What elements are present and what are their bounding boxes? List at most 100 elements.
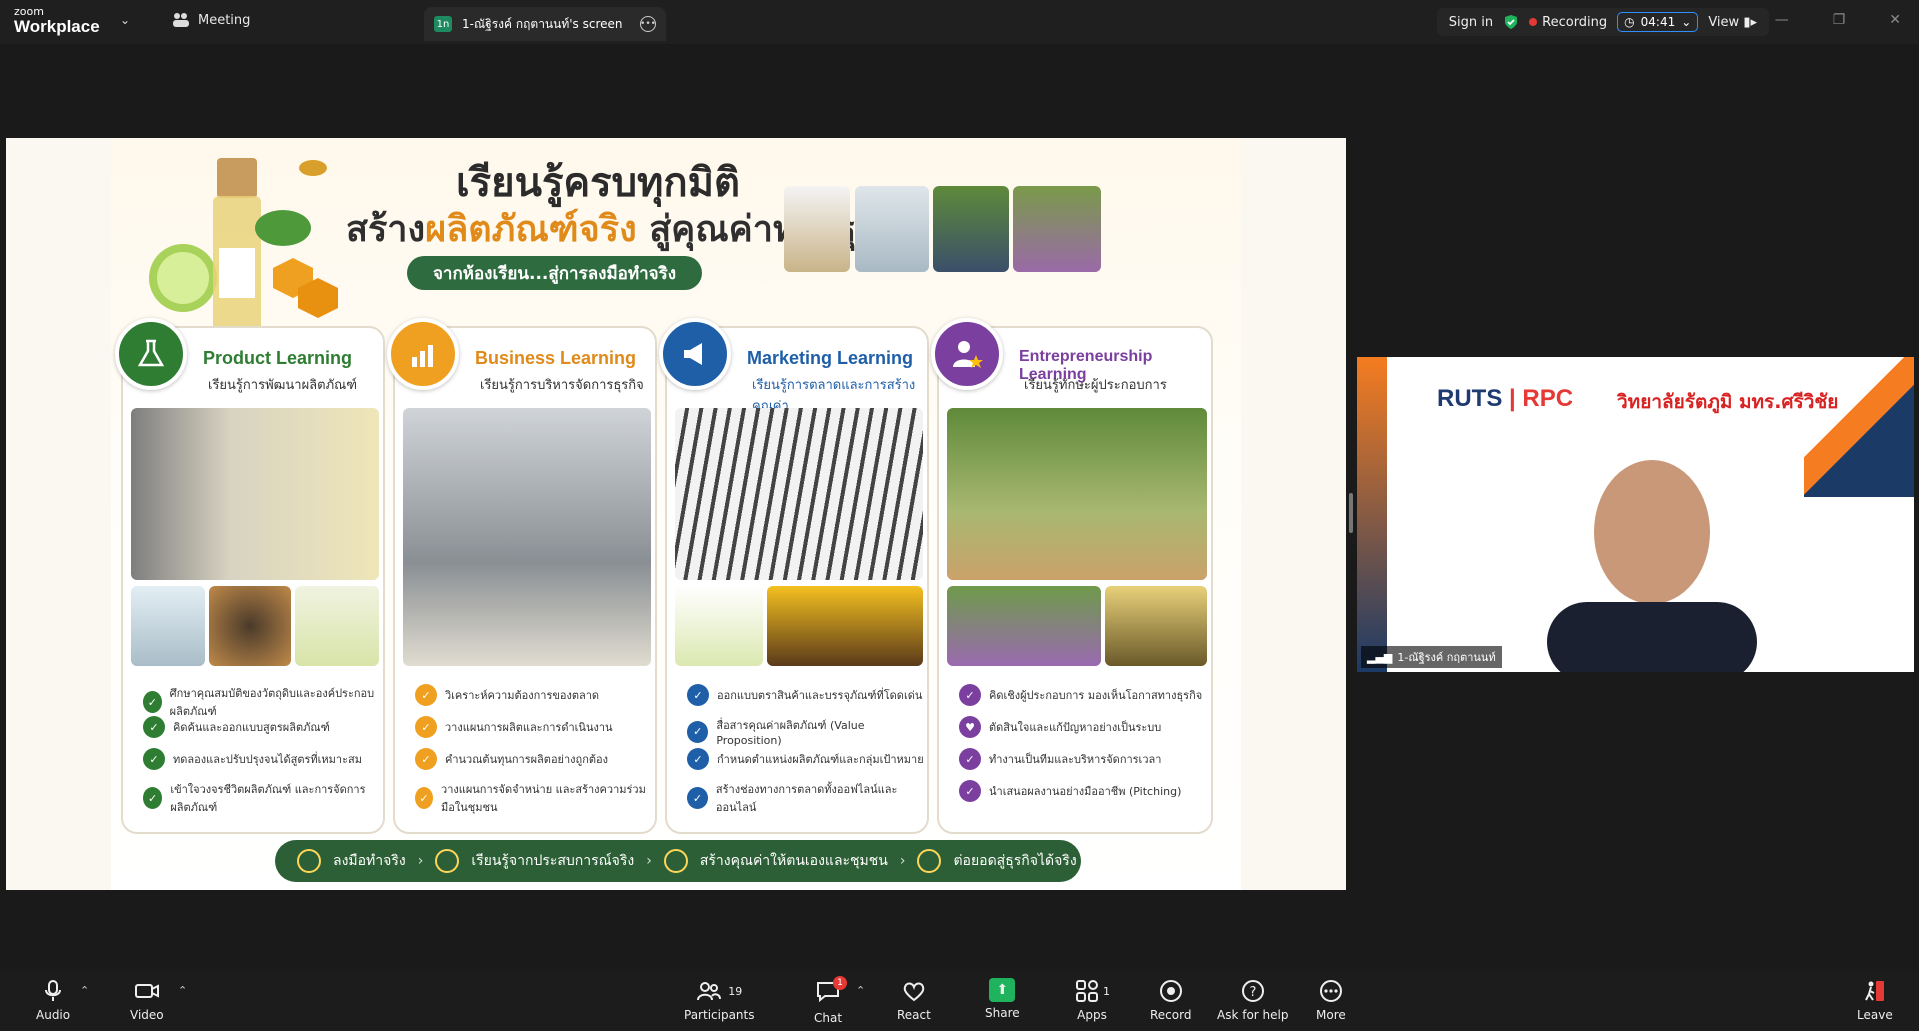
help-icon: ? (1241, 980, 1264, 1002)
minimize-icon[interactable]: — (1775, 12, 1789, 28)
more-icon[interactable]: ••• (640, 16, 656, 32)
bullet-text: ออกแบบตราสินค้าและบรรจุภัณฑ์ที่โดดเด่น (717, 689, 923, 702)
react-label: React (897, 1008, 931, 1022)
bullet-icon: ✓ (687, 748, 709, 770)
list-item: ✓ สื่อสารคุณค่าผลิตภัณฑ์ (Value Propositi… (687, 716, 927, 747)
chevron-up-icon[interactable]: ⌃ (178, 984, 187, 997)
card-photo-small (209, 586, 291, 666)
chevron-down-icon[interactable]: ⌄ (120, 13, 130, 27)
list-item: ✓ ออกแบบตราสินค้าและบรรจุภัณฑ์ที่โดดเด่น (687, 684, 922, 706)
chat-button[interactable]: 1 Chat (814, 976, 848, 1025)
card-business-learning: Business Learning เรียนรู้การบริหารจัดกา… (387, 318, 657, 834)
resize-handle[interactable] (1349, 493, 1353, 533)
list-item: ✓ คำนวณต้นทุนการผลิตอย่างถูกต้อง (415, 748, 608, 770)
bullet-icon: ✓ (415, 748, 437, 770)
footer-step: ต่อยอดสู่ธุรกิจได้จริง (953, 853, 1077, 869)
heart-icon (903, 982, 925, 1002)
zoom-workplace-logo[interactable]: zoom Workplace (14, 6, 124, 38)
bullet-text: คำนวณต้นทุนการผลิตอย่างถูกต้อง (445, 753, 608, 766)
audio-label: Audio (36, 1008, 71, 1022)
meeting-timer[interactable]: ◷ 04:41 ⌄ (1617, 12, 1699, 32)
trophy-icon (917, 849, 942, 873)
shield-check-icon[interactable] (1503, 14, 1519, 30)
video-camera-icon (134, 984, 159, 998)
react-button[interactable]: React (897, 978, 931, 1022)
card-entrepreneurship-learning: Entrepreneurship Learning เรียนรู้ทักษะผ… (931, 318, 1213, 834)
participants-button[interactable]: 19 Participants (684, 978, 755, 1022)
sign-in-link[interactable]: Sign in (1449, 15, 1493, 30)
participants-count: 19 (728, 984, 743, 998)
chevron-right-icon: › (646, 853, 652, 869)
participant-avatar (1547, 460, 1757, 672)
shared-screen-area: เรียนรู้ครบทุกมิติ สร้างผลิตภัณฑ์จริง สู… (6, 138, 1346, 890)
heart-hands-icon (663, 849, 688, 873)
help-label: Ask for help (1217, 1008, 1289, 1022)
people-icon (173, 13, 189, 27)
bullet-icon: ✓ (415, 787, 434, 809)
svg-text:?: ? (1249, 985, 1256, 1000)
card-photo-small (675, 586, 763, 666)
card-title: Product Learning (203, 348, 353, 368)
audio-button[interactable]: Audio (36, 978, 70, 1022)
list-item: ✓ คิดค้นและออกแบบสูตรผลิตภัณฑ์ (143, 716, 330, 738)
meeting-menu[interactable]: Meeting (172, 12, 250, 28)
list-item: ✓ ศึกษาคุณสมบัติของวัตถุดิบและองค์ประกอบผ… (143, 684, 383, 720)
more-button[interactable]: More (1316, 978, 1346, 1022)
title-part-b: ผลิตภัณฑ์จริง (425, 209, 637, 250)
title-part-a: สร้าง (346, 209, 426, 250)
bullet-text: กำหนดตำแหน่งผลิตภัณฑ์และกลุ่มเป้าหมาย (717, 753, 924, 766)
record-dot-icon (1529, 17, 1538, 26)
slide-footer-pill: ลงมือทำจริง › เรียนรู้จากประสบการณ์จริง › … (275, 840, 1081, 882)
list-item: ♥ ตัดสินใจและแก้ปัญหาอย่างเป็นระบบ (959, 716, 1161, 738)
card-subtitle: เรียนรู้ทักษะผู้ประกอบการ (1024, 378, 1167, 393)
signal-icon: ▂▄▆ (1367, 650, 1393, 664)
card-subtitle: เรียนรู้การพัฒนาผลิตภัณฑ์ (208, 378, 358, 393)
bullet-text: วิเคราะห์ความต้องการของตลาด (445, 689, 600, 702)
share-button[interactable]: ⬆ Share (985, 978, 1020, 1020)
video-button[interactable]: Video (130, 978, 164, 1022)
window-controls: — ❐ ✕ (1775, 12, 1901, 28)
list-item: ✓ นำเสนอผลงานอย่างมืออาชีพ (Pitching) (959, 780, 1181, 802)
background-corner (1804, 357, 1914, 497)
bullet-text: ทำงานเป็นทีมและบริหารจัดการเวลา (989, 753, 1162, 766)
photo-glass-bottles (855, 186, 929, 272)
background-stripe (1357, 357, 1387, 672)
meeting-label: Meeting (198, 12, 251, 28)
participants-icon (697, 982, 722, 1001)
bullet-icon: ✓ (415, 716, 437, 738)
view-button[interactable]: View ▮▸ (1708, 15, 1757, 30)
view-layout-icon: ▮▸ (1743, 14, 1757, 30)
chevron-down-icon: ⌄ (1681, 15, 1692, 29)
chevron-up-icon[interactable]: ⌃ (856, 984, 865, 997)
bullet-icon: ✓ (959, 780, 981, 802)
bullet-text: สื่อสารคุณค่าผลิตภัณฑ์ (Value Propositio… (716, 719, 865, 747)
card-photo-small (1105, 586, 1207, 666)
tab-shared-screen[interactable]: 1n 1-ณัฐิรงค์ กฤตานนท์'s screen ••• (424, 7, 666, 41)
bullet-icon: ✓ (143, 691, 162, 713)
record-button[interactable]: Record (1150, 978, 1191, 1022)
chat-icon-wrap: 1 (815, 976, 848, 1007)
apps-button[interactable]: 1 Apps (1074, 978, 1110, 1022)
bullet-text: วางแผนการผลิตและการดำเนินงาน (445, 721, 613, 734)
bullet-text: คิดเชิงผู้ประกอบการ มองเห็นโอกาสทางธุรกิ… (989, 689, 1203, 702)
card-marketing-learning: Marketing Learning เรียนรู้การตลาดและการ… (659, 318, 929, 834)
bullet-icon: ♥ (959, 716, 981, 738)
logo-workplace-text: Workplace (14, 17, 100, 36)
bullet-text: เข้าใจวงจรชีวิตผลิตภัณฑ์ และการจัดการผลิ… (170, 783, 366, 814)
record-label: Record (1150, 1008, 1192, 1022)
bullet-icon: ✓ (143, 787, 163, 809)
video-label: Video (130, 1008, 164, 1022)
product-hero-image (149, 158, 338, 336)
top-bar: zoom Workplace ⌄ Meeting 1n 1-ณัฐิรงค์ ก… (0, 0, 1919, 44)
apps-count: 1 (1103, 984, 1110, 998)
card-subtitle: เรียนรู้การบริหารจัดการธุรกิจ (480, 378, 644, 393)
maximize-icon[interactable]: ❐ (1833, 12, 1846, 28)
recording-indicator[interactable]: Recording (1529, 15, 1607, 30)
gear-icon (435, 849, 460, 873)
leave-button[interactable]: Leave (1857, 978, 1893, 1022)
bullet-icon: ✓ (687, 787, 708, 809)
chevron-up-icon[interactable]: ⌃ (80, 984, 89, 997)
close-icon[interactable]: ✕ (1889, 12, 1901, 28)
ask-for-help-button[interactable]: ? Ask for help (1217, 978, 1288, 1022)
participant-video-tile[interactable]: RUTS | RPC วิทยาลัยรัตภูมิ มทร.ศรีวิชัย … (1357, 357, 1914, 672)
